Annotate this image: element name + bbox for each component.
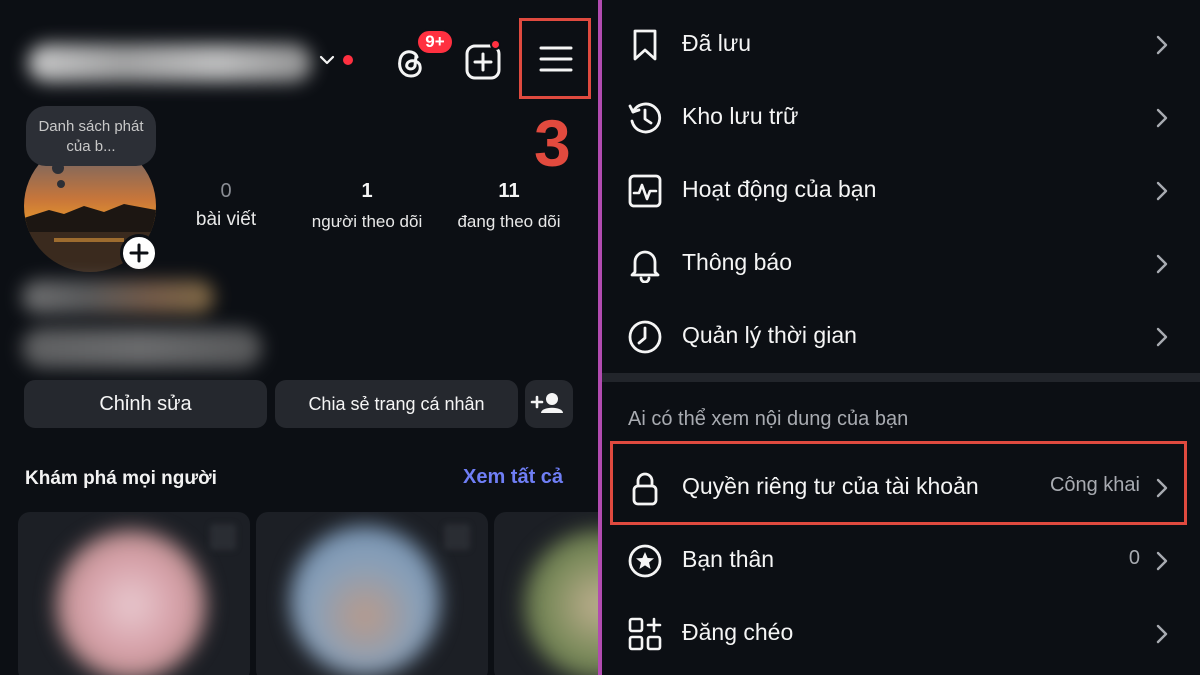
bell-icon <box>630 250 660 283</box>
stat-following-count: 11 <box>498 180 520 202</box>
menu-item-crosspost[interactable]: Đăng chéo <box>602 597 1200 670</box>
crosspost-grid-icon <box>628 617 662 651</box>
share-profile-button[interactable]: Chia sẻ trang cá nhân <box>275 380 518 428</box>
section-title: Ai có thể xem nội dung của bạn <box>628 408 909 430</box>
account-notification-dot <box>343 55 353 65</box>
note-bubble-tail-small <box>57 180 65 188</box>
stat-posts[interactable]: 0 bài viết <box>180 180 272 231</box>
add-person-icon <box>530 393 563 413</box>
stat-followers-count: 1 <box>361 180 373 202</box>
plus-icon <box>129 243 149 263</box>
suggested-account-card[interactable] <box>18 512 250 675</box>
hamburger-menu-icon[interactable] <box>538 44 574 74</box>
suggested-account-card[interactable] <box>494 512 598 675</box>
create-notification-dot <box>490 39 501 50</box>
stat-following-label: đang theo dõi <box>457 212 561 231</box>
chevron-right-icon <box>1156 108 1168 128</box>
discover-people-button[interactable] <box>525 380 573 428</box>
dismiss-icon[interactable] <box>210 524 236 550</box>
bio-blurred <box>22 328 262 368</box>
menu-item-notifications[interactable]: Thông báo <box>602 227 1200 300</box>
menu-item-close-friends[interactable]: Bạn thân 0 <box>602 524 1200 597</box>
chevron-down-icon[interactable] <box>318 52 336 68</box>
menu-item-label: Hoạt động của bạn <box>682 176 877 202</box>
suggested-account-photo <box>524 530 598 675</box>
stat-followers-label: người theo dõi <box>311 212 423 231</box>
menu-item-label: Kho lưu trữ <box>682 103 799 129</box>
see-all-link[interactable]: Xem tất cả <box>463 466 563 489</box>
stat-posts-count: 0 <box>220 180 232 202</box>
note-bubble-tail <box>52 162 64 174</box>
profile-screen: 9+ 3 Danh sách phát của b... 0 bài viết … <box>0 0 598 675</box>
display-name-blurred <box>22 280 214 314</box>
menu-item-label: Đã lưu <box>682 30 752 56</box>
chevron-right-icon <box>1156 327 1168 347</box>
threads-badge: 9+ <box>416 29 454 55</box>
bookmark-icon <box>633 29 657 61</box>
discover-people-title: Khám phá mọi người <box>25 468 217 489</box>
star-circle-icon <box>628 544 662 578</box>
close-friends-count: 0 <box>1128 547 1140 569</box>
archive-history-icon <box>628 102 661 134</box>
stat-followers[interactable]: 1 người theo dõi <box>300 180 434 232</box>
chevron-right-icon <box>1156 624 1168 644</box>
suggested-account-card[interactable] <box>256 512 488 675</box>
suggested-account-photo <box>290 526 440 675</box>
note-bubble[interactable]: Danh sách phát của b... <box>26 106 156 166</box>
dismiss-icon[interactable] <box>444 524 470 550</box>
chevron-right-icon <box>1156 35 1168 55</box>
chevron-right-icon <box>1156 181 1168 201</box>
privacy-highlight-box <box>610 441 1187 525</box>
suggested-account-photo <box>56 530 206 675</box>
menu-item-your-activity[interactable]: Hoạt động của bạn <box>602 154 1200 227</box>
settings-menu-screen: Đã lưu Kho lưu trữ Hoạt động của bạn Thô… <box>602 0 1200 675</box>
menu-item-label: Đăng chéo <box>682 619 794 645</box>
menu-item-label: Thông báo <box>682 249 792 275</box>
menu-item-archive[interactable]: Kho lưu trữ <box>602 81 1200 154</box>
menu-item-saved[interactable]: Đã lưu <box>602 8 1200 81</box>
chevron-right-icon <box>1156 254 1168 274</box>
clock-icon <box>628 320 662 354</box>
stat-following[interactable]: 11 đang theo dõi <box>442 180 576 232</box>
menu-item-time-management[interactable]: Quản lý thời gian <box>602 300 1200 373</box>
edit-profile-button[interactable]: Chỉnh sửa <box>24 380 267 428</box>
chevron-right-icon <box>1156 551 1168 571</box>
section-separator <box>602 373 1200 382</box>
username-blurred[interactable] <box>28 44 312 82</box>
menu-item-label: Quản lý thời gian <box>682 322 857 348</box>
activity-icon <box>628 174 662 208</box>
menu-item-label: Bạn thân <box>682 546 775 572</box>
add-story-button[interactable] <box>120 234 158 272</box>
stat-posts-label: bài viết <box>195 209 257 230</box>
step-number-3: 3 <box>534 106 571 180</box>
